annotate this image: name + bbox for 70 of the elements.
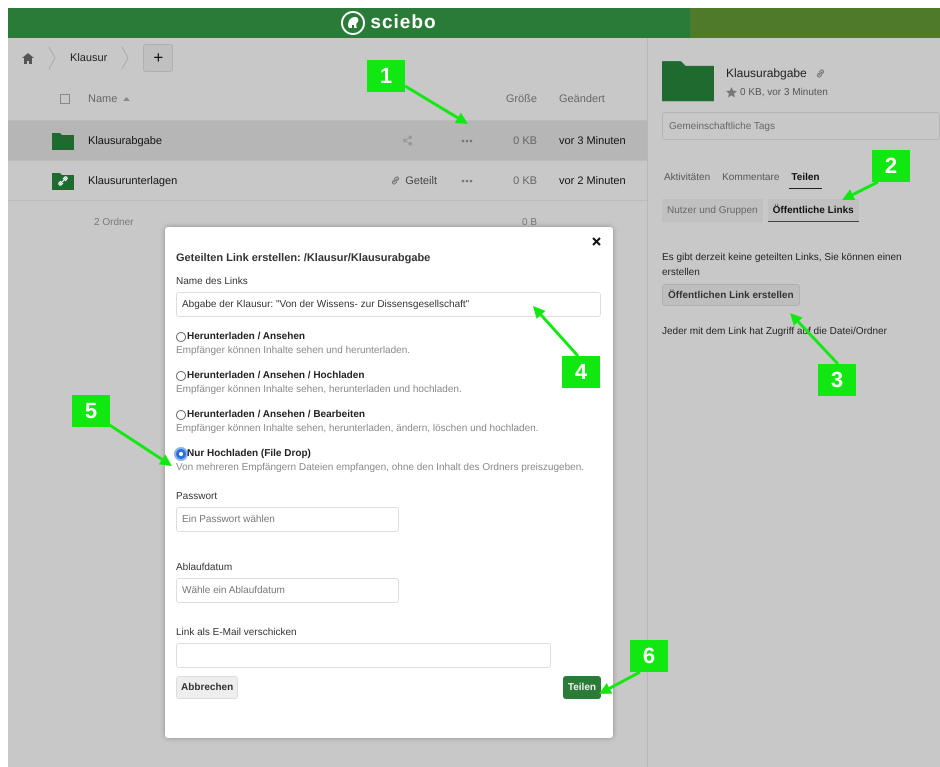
step-callout: 2 bbox=[872, 150, 910, 182]
select-all-checkbox[interactable] bbox=[60, 94, 70, 104]
details-tab[interactable]: Aktivitäten bbox=[662, 172, 712, 189]
chevron-right-icon bbox=[121, 46, 130, 70]
shared-folder-icon bbox=[52, 172, 74, 190]
home-icon[interactable] bbox=[22, 52, 34, 64]
close-icon[interactable] bbox=[592, 237, 601, 246]
field-label: Link als E-Mail verschicken bbox=[176, 627, 298, 638]
file-size: 0 KB bbox=[512, 174, 537, 186]
field-label: Passwort bbox=[176, 491, 218, 502]
total-size: 0 B bbox=[520, 217, 537, 228]
option-label[interactable]: Herunterladen / Ansehen / Hochladen bbox=[187, 370, 364, 381]
callout-arrow bbox=[404, 84, 468, 124]
link-name-field[interactable]: Abgabe der Klausur: "Von der Wissens- zur Dissensgesellschaft" bbox=[176, 292, 601, 317]
field-label: Name des Links bbox=[176, 276, 249, 287]
breadcrumb-item[interactable]: Klausur bbox=[70, 52, 108, 64]
details-meta: 0 KB, vor 3 Minuten bbox=[740, 87, 828, 98]
link-icon bbox=[814, 68, 826, 78]
step-callout: 6 bbox=[630, 640, 668, 672]
file-name[interactable]: Klausurunterlagen bbox=[88, 174, 367, 186]
shared-label[interactable]: Geteilt bbox=[405, 174, 437, 186]
more-icon[interactable] bbox=[461, 178, 473, 182]
option-description: Empfänger können Inhalte sehen, herunterladen und hochladen. bbox=[176, 384, 463, 395]
link-icon bbox=[390, 175, 402, 186]
share-subtab[interactable]: Öffentliche Links bbox=[768, 199, 859, 222]
option-description: Empfänger können Inhalte sehen, herunterladen, ändern, löschen und hochladen. bbox=[176, 423, 540, 434]
file-row[interactable]: Klausurabgabe 0 KB vor 3 Minuten bbox=[8, 120, 647, 160]
create-link-button[interactable]: Öffentlichen Link erstellen bbox=[662, 284, 800, 306]
chevron-right-icon bbox=[48, 46, 56, 70]
password-field[interactable]: Ein Passwort wählen bbox=[176, 507, 399, 532]
email-field[interactable] bbox=[176, 643, 551, 668]
details-title: Klausurabgabe bbox=[726, 66, 807, 80]
permission-radio[interactable] bbox=[176, 410, 186, 420]
details-tab[interactable]: Kommentare bbox=[720, 172, 782, 189]
dialog-title: Geteilten Link erstellen: /Klausur/Klausurabgabe bbox=[176, 252, 432, 264]
option-description: Von mehreren Empfängern Dateien empfangen, ohne den Inhalt des Ordners preiszugeben. bbox=[176, 462, 586, 473]
folder-icon bbox=[662, 58, 714, 102]
callout-arrow bbox=[599, 670, 641, 694]
sort-ascending-icon bbox=[123, 97, 130, 101]
no-links-message: Es gibt derzeit keine geteilten Links, Sie können einen erstellen bbox=[662, 251, 903, 280]
field-label: Ablaufdatum bbox=[176, 562, 234, 573]
step-callout: 4 bbox=[562, 356, 600, 388]
file-modified: vor 2 Minuten bbox=[558, 174, 627, 186]
step-callout: 5 bbox=[72, 395, 110, 427]
option-label[interactable]: Herunterladen / Ansehen bbox=[187, 331, 305, 342]
star-icon[interactable] bbox=[726, 87, 737, 98]
tags-field[interactable]: Gemeinschaftliche Tags bbox=[662, 112, 940, 140]
permission-radio[interactable] bbox=[176, 332, 186, 342]
folder-count: 2 Ordner bbox=[94, 217, 134, 228]
add-button[interactable]: + bbox=[143, 44, 174, 72]
file-size: 0 KB bbox=[512, 134, 537, 146]
step-callout: 1 bbox=[367, 60, 405, 92]
callout-arrow bbox=[842, 180, 879, 200]
elephant-logo-icon bbox=[341, 11, 366, 35]
expiry-date-field[interactable]: Wähle ein Ablaufdatum bbox=[176, 578, 399, 603]
option-description: Empfänger können Inhalte sehen und herunterladen. bbox=[176, 345, 412, 356]
file-name[interactable]: Klausurabgabe bbox=[88, 134, 367, 146]
logo-text: sciebo bbox=[370, 12, 437, 34]
callout-arrow bbox=[533, 306, 580, 357]
permission-radio[interactable] bbox=[176, 448, 186, 458]
permission-radio[interactable] bbox=[176, 370, 186, 380]
cancel-button[interactable]: Abbrechen bbox=[176, 676, 238, 699]
step-callout: 3 bbox=[818, 364, 856, 396]
details-tab[interactable]: Teilen bbox=[789, 172, 822, 189]
file-modified: vor 3 Minuten bbox=[558, 134, 627, 146]
option-label[interactable]: Nur Hochladen (File Drop) bbox=[187, 448, 311, 459]
share-button[interactable]: Teilen bbox=[562, 676, 601, 699]
folder-icon bbox=[52, 132, 74, 150]
callout-arrow bbox=[107, 422, 172, 466]
option-label[interactable]: Herunterladen / Ansehen / Bearbeiten bbox=[187, 409, 366, 420]
